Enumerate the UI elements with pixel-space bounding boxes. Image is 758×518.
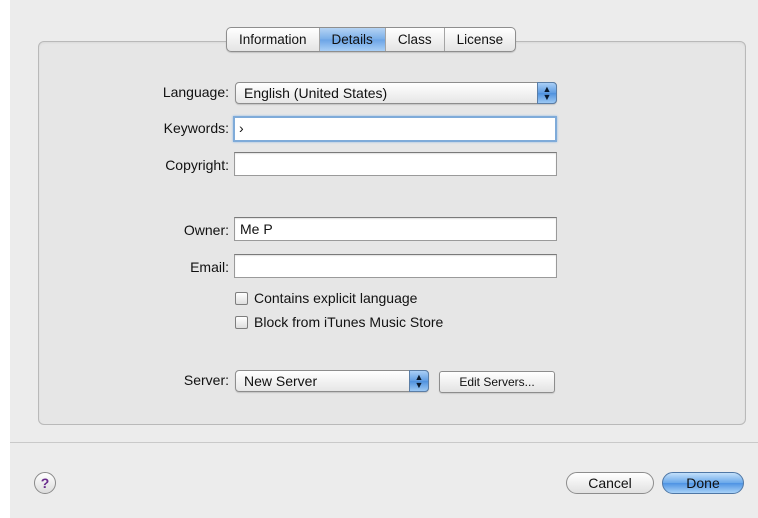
email-label: Email: — [190, 259, 229, 275]
footer-divider — [10, 442, 758, 443]
tab-class[interactable]: Class — [386, 28, 445, 51]
tab-license[interactable]: License — [445, 28, 516, 51]
block-store-label: Block from iTunes Music Store — [254, 314, 444, 330]
block-store-option[interactable]: Block from iTunes Music Store — [235, 314, 443, 330]
language-popup[interactable]: English (United States) ▲ ▼ — [235, 82, 557, 104]
owner-label: Owner: — [183, 222, 229, 238]
email-field[interactable] — [234, 254, 557, 278]
keywords-label: Keywords: — [163, 120, 229, 136]
explicit-language-label: Contains explicit language — [254, 290, 418, 306]
tab-details[interactable]: Details — [319, 28, 386, 51]
up-down-arrows-icon: ▲ ▼ — [537, 82, 557, 104]
explicit-language-checkbox[interactable] — [235, 291, 248, 305]
screen-edge — [0, 0, 10, 518]
details-sheet: Language: English (United States) ▲ ▼ Key… — [10, 0, 758, 518]
help-button[interactable]: ? — [34, 472, 56, 494]
done-button[interactable]: Done — [662, 472, 744, 494]
language-value: English (United States) — [244, 85, 388, 101]
tab-information[interactable]: Information — [227, 28, 320, 51]
server-label: Server: — [183, 372, 229, 388]
details-panel: Language: English (United States) ▲ ▼ Key… — [38, 41, 746, 425]
cancel-button[interactable]: Cancel — [566, 472, 654, 494]
up-down-arrows-icon: ▲ ▼ — [409, 370, 429, 392]
copyright-field[interactable] — [234, 152, 557, 176]
tab-bar: Information Details Class License — [226, 27, 517, 52]
owner-field[interactable]: Me P — [234, 217, 557, 241]
server-value: New Server — [244, 373, 318, 389]
keywords-field[interactable]: › — [233, 116, 557, 142]
explicit-language-option[interactable]: Contains explicit language — [235, 290, 417, 306]
language-label: Language: — [162, 84, 229, 100]
block-store-checkbox[interactable] — [235, 315, 248, 329]
copyright-label: Copyright: — [165, 157, 229, 173]
server-popup[interactable]: New Server ▲ ▼ — [235, 370, 429, 392]
edit-servers-button[interactable]: Edit Servers... — [439, 371, 555, 393]
